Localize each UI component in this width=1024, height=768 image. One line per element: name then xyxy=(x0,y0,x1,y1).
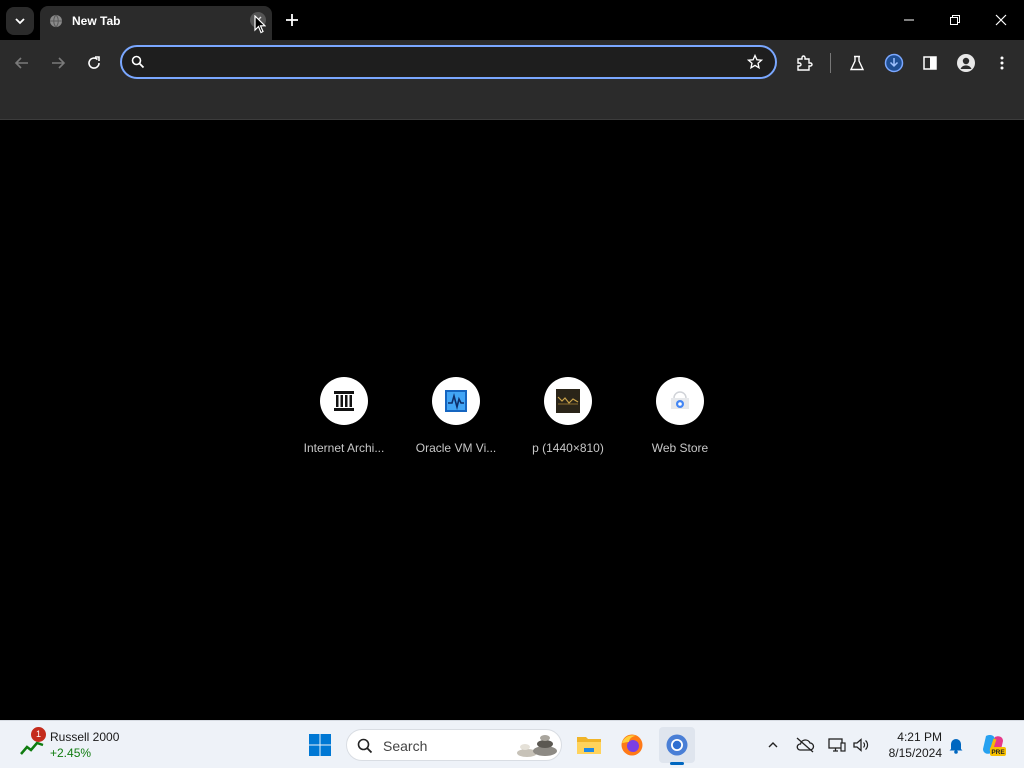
side-panel-button[interactable] xyxy=(916,49,944,77)
volume-button[interactable] xyxy=(849,733,873,757)
reload-button[interactable] xyxy=(80,49,108,77)
minimize-button[interactable] xyxy=(886,0,932,40)
tab-search-button[interactable] xyxy=(6,7,34,35)
chevron-up-icon xyxy=(768,742,778,748)
downloads-button[interactable] xyxy=(880,49,908,77)
bookmark-star-icon[interactable] xyxy=(747,54,763,70)
onedrive-status-button[interactable] xyxy=(793,733,817,757)
mouse-cursor-icon xyxy=(254,15,266,34)
address-input[interactable] xyxy=(152,52,732,72)
chrome-button[interactable] xyxy=(659,727,695,763)
side-panel-icon xyxy=(923,56,937,70)
tab-title: New Tab xyxy=(72,14,121,28)
taskbar-search[interactable]: Search xyxy=(346,729,562,761)
search-icon xyxy=(131,55,145,69)
clock-date: 8/15/2024 xyxy=(888,746,942,760)
widget-change: +2.45% xyxy=(50,746,92,760)
flask-icon xyxy=(849,55,865,71)
tab-new-tab[interactable]: New Tab xyxy=(40,6,272,40)
browser-toolbar xyxy=(0,40,1024,86)
active-app-indicator xyxy=(670,762,684,765)
virtualbox-icon xyxy=(445,390,467,412)
chevron-down-icon xyxy=(15,18,25,25)
menu-button[interactable] xyxy=(988,49,1016,77)
globe-icon xyxy=(50,14,62,28)
plus-icon xyxy=(286,14,298,26)
cloud-offline-icon xyxy=(796,737,815,753)
windows-logo-icon xyxy=(309,734,331,756)
network-button[interactable] xyxy=(825,733,849,757)
puzzle-icon xyxy=(797,55,813,71)
image-thumbnail-icon xyxy=(556,389,580,413)
shortcut-icon-circle xyxy=(656,377,704,425)
widget-title: Russell 2000 xyxy=(50,730,120,744)
shortcut-label: Web Store xyxy=(651,441,709,455)
restore-button[interactable] xyxy=(932,0,978,40)
search-highlight-icon xyxy=(517,735,557,757)
address-bar[interactable] xyxy=(120,45,777,79)
stocks-widget[interactable]: 1 Russell 2000 +2.45% xyxy=(18,727,138,763)
avatar-icon xyxy=(957,54,975,72)
shortcut-oracle-vm[interactable]: Oracle VM Vi... xyxy=(400,377,512,467)
chrome-icon xyxy=(666,734,688,756)
start-button[interactable] xyxy=(302,727,338,763)
minimize-icon xyxy=(904,19,914,21)
web-store-icon xyxy=(671,391,689,409)
shortcut-label: p (1440×810) xyxy=(532,441,604,455)
shortcut-icon-circle xyxy=(320,377,368,425)
bookmarks-bar xyxy=(0,86,1024,120)
shortcut-internet-archive[interactable]: Internet Archi... xyxy=(288,377,400,467)
file-explorer-button[interactable] xyxy=(571,727,607,763)
close-icon xyxy=(995,14,1007,26)
firefox-button[interactable] xyxy=(614,727,650,763)
tab-strip: New Tab xyxy=(0,0,1024,40)
network-icon xyxy=(828,738,846,752)
arrow-right-icon xyxy=(52,57,66,69)
shortcut-icon-circle xyxy=(432,377,480,425)
shortcut-icon-circle xyxy=(544,377,592,425)
firefox-icon xyxy=(621,734,643,756)
forward-button[interactable] xyxy=(44,49,72,77)
clock-time: 4:21 PM xyxy=(897,730,942,744)
taskbar: 1 Russell 2000 +2.45% Search 4:21 PM 8/1… xyxy=(0,720,1024,768)
reload-icon xyxy=(88,56,100,69)
toolbar-separator xyxy=(830,53,831,73)
folder-icon xyxy=(577,737,601,754)
labs-button[interactable] xyxy=(843,49,871,77)
internet-archive-icon xyxy=(334,391,354,411)
shortcut-label: Internet Archi... xyxy=(303,441,385,455)
copilot-button[interactable]: PRE xyxy=(978,733,1008,757)
restore-icon xyxy=(950,15,960,25)
close-window-button[interactable] xyxy=(978,0,1024,40)
stock-chart-icon xyxy=(20,741,44,755)
shortcut-web-store[interactable]: Web Store xyxy=(624,377,736,467)
bell-icon xyxy=(949,739,963,754)
search-icon xyxy=(357,738,373,754)
show-hidden-icons-button[interactable] xyxy=(761,733,785,757)
shortcut-label: Oracle VM Vi... xyxy=(415,441,497,455)
arrow-left-icon xyxy=(14,57,28,69)
download-icon xyxy=(884,53,904,73)
extensions-button[interactable] xyxy=(790,49,818,77)
search-label: Search xyxy=(383,738,428,754)
new-tab-page: Internet Archi... Oracle VM Vi... p (144… xyxy=(0,121,1024,720)
speaker-icon xyxy=(853,738,869,752)
notifications-button[interactable] xyxy=(944,733,968,757)
new-tab-button[interactable] xyxy=(280,8,304,32)
clock[interactable]: 4:21 PM 8/15/2024 xyxy=(876,729,942,761)
copilot-icon: PRE xyxy=(983,735,1006,756)
shortcut-image[interactable]: p (1440×810) xyxy=(512,377,624,467)
profile-button[interactable] xyxy=(952,49,980,77)
svg-text:PRE: PRE xyxy=(991,749,1005,756)
more-vertical-icon xyxy=(1000,56,1004,70)
notification-badge: 1 xyxy=(31,727,46,742)
back-button[interactable] xyxy=(8,49,36,77)
